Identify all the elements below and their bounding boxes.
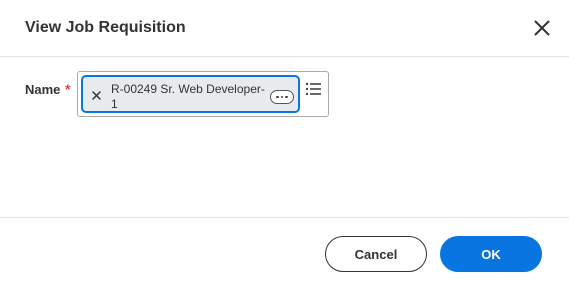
view-job-requisition-dialog: View Job Requisition Name * R-00249 Sr. …: [0, 0, 569, 282]
ellipsis-dot: [285, 95, 288, 99]
close-icon: [91, 90, 101, 100]
dialog-footer: Cancel OK: [0, 217, 569, 282]
dialog-title: View Job Requisition: [25, 19, 186, 36]
ellipsis-dot: [280, 95, 284, 99]
related-actions-button[interactable]: [270, 90, 294, 104]
close-icon: [534, 20, 550, 36]
dialog-header: View Job Requisition: [0, 0, 569, 57]
remove-item-button[interactable]: [90, 89, 102, 101]
close-button[interactable]: [529, 15, 555, 41]
cancel-button[interactable]: Cancel: [325, 236, 427, 272]
list-icon: [305, 82, 321, 96]
required-indicator: *: [65, 81, 71, 97]
name-field-label: Name: [25, 82, 61, 97]
name-form-row: Name * R-00249 Sr. Web Developer-1: [25, 71, 545, 117]
prompt-list-button[interactable]: [305, 81, 323, 97]
ellipsis-icon: [276, 95, 279, 99]
selected-item-text: R-00249 Sr. Web Developer-1: [111, 82, 265, 111]
selected-item-pill[interactable]: R-00249 Sr. Web Developer-1: [81, 75, 300, 113]
ok-button[interactable]: OK: [440, 236, 542, 272]
name-prompt-field[interactable]: R-00249 Sr. Web Developer-1: [77, 71, 329, 117]
